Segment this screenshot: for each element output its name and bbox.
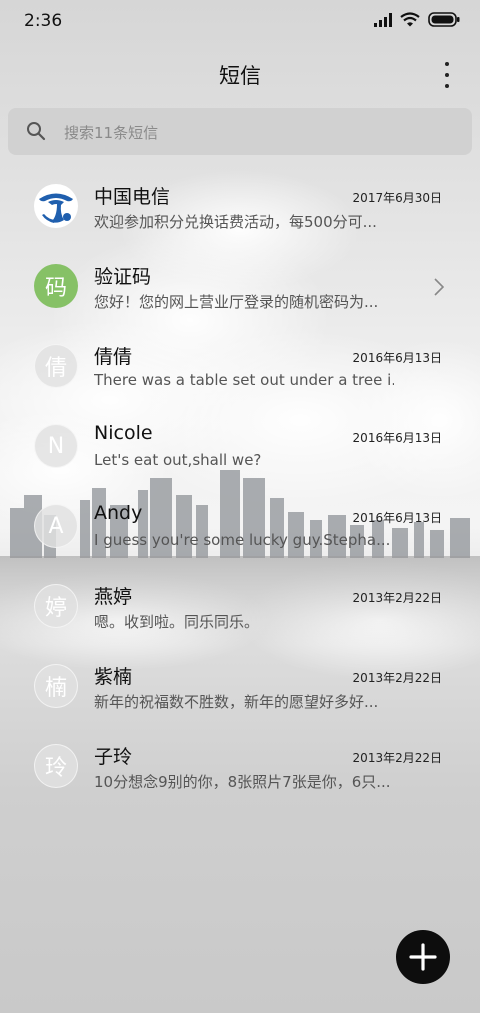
status-icons <box>374 12 460 27</box>
china-telecom-logo-icon <box>35 185 77 227</box>
avatar: 码 <box>34 264 78 308</box>
conversation-item[interactable]: 倩 倩倩 2016年6月13日 There was a table set ou… <box>0 328 480 408</box>
status-bar: 2:36 <box>0 0 480 40</box>
conversation-item[interactable]: 玲 子玲 2013年2月22日 10分想念9别的你，8张照片7张是你，6只... <box>0 728 480 808</box>
message-preview: Let's eat out,shall we? <box>94 451 262 469</box>
message-date: 2016年6月13日 <box>352 511 442 525</box>
avatar: N <box>34 424 78 468</box>
contact-name: Andy <box>94 502 143 524</box>
compose-message-button[interactable] <box>396 930 450 984</box>
message-date: 2013年2月22日 <box>352 671 442 685</box>
plus-icon <box>409 943 437 971</box>
more-options-button[interactable] <box>442 62 452 88</box>
wifi-icon <box>400 12 420 27</box>
battery-icon <box>428 12 460 27</box>
message-date: 2017年6月30日 <box>352 191 442 205</box>
avatar: 婷 <box>34 584 78 628</box>
contact-name: 紫楠 <box>94 666 133 688</box>
message-preview: There was a table set out under a tree i… <box>94 371 394 389</box>
message-preview: 嗯。收到啦。同乐同乐。 <box>94 613 260 631</box>
message-preview: I guess you're some lucky guy.Stepha... <box>94 531 391 549</box>
conversation-item[interactable]: A Andy 2016年6月13日 I guess you're some lu… <box>0 488 480 568</box>
message-preview: 欢迎参加积分兑换话费活动，每500分可... <box>94 213 377 231</box>
conversation-list: 中国电信 2017年6月30日 欢迎参加积分兑换话费活动，每500分可... 码… <box>0 168 480 808</box>
signal-icon <box>374 12 392 27</box>
app-header: 短信 <box>0 48 480 100</box>
message-preview: 您好！您的网上营业厅登录的随机密码为... <box>94 293 379 311</box>
conversation-item[interactable]: N Nicole 2016年6月13日 Let's eat out,shall … <box>0 408 480 488</box>
avatar: 楠 <box>34 664 78 708</box>
contact-name: 燕婷 <box>94 586 133 608</box>
avatar: 倩 <box>34 344 78 388</box>
avatar: A <box>34 504 78 548</box>
message-date: 2016年6月13日 <box>352 431 442 445</box>
more-vertical-icon <box>445 62 449 66</box>
conversation-item[interactable]: 码 验证码 您好！您的网上营业厅登录的随机密码为... <box>0 248 480 328</box>
contact-name: Nicole <box>94 422 153 444</box>
search-placeholder: 搜索11条短信 <box>64 124 159 142</box>
contact-name: 子玲 <box>94 746 133 768</box>
search-input[interactable]: 搜索11条短信 <box>8 108 472 155</box>
chevron-right-icon <box>434 278 444 296</box>
status-time: 2:36 <box>24 11 63 31</box>
contact-name: 验证码 <box>94 266 152 288</box>
contact-name: 中国电信 <box>94 186 171 208</box>
message-date: 2016年6月13日 <box>352 351 442 365</box>
conversation-item[interactable]: 楠 紫楠 2013年2月22日 新年的祝福数不胜数，新年的愿望好多好... <box>0 648 480 728</box>
conversation-item[interactable]: 中国电信 2017年6月30日 欢迎参加积分兑换话费活动，每500分可... <box>0 168 480 248</box>
page-title: 短信 <box>219 64 261 88</box>
message-date: 2013年2月22日 <box>352 751 442 765</box>
contact-name: 倩倩 <box>94 346 133 368</box>
conversation-item[interactable]: 婷 燕婷 2013年2月22日 嗯。收到啦。同乐同乐。 <box>0 568 480 648</box>
china-telecom-logo-avatar <box>34 184 78 228</box>
avatar: 玲 <box>34 744 78 788</box>
message-date: 2013年2月22日 <box>352 591 442 605</box>
message-preview: 10分想念9别的你，8张照片7张是你，6只... <box>94 773 391 791</box>
message-preview: 新年的祝福数不胜数，新年的愿望好多好... <box>94 693 379 711</box>
search-icon <box>27 122 46 141</box>
